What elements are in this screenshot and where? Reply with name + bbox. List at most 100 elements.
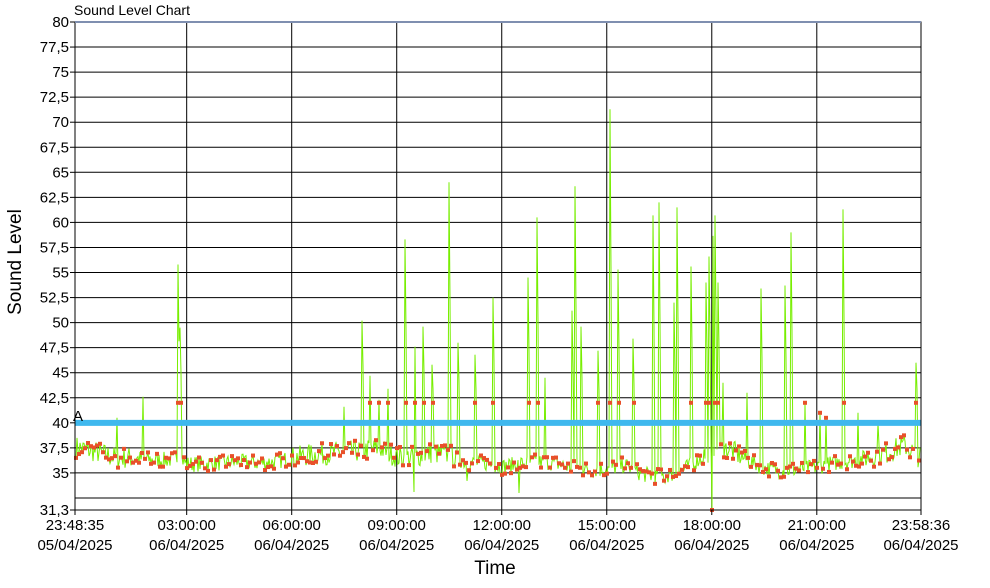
sound-level-marker (380, 445, 384, 450)
sound-level-marker (563, 465, 567, 470)
sound-level-marker (917, 458, 921, 463)
sound-level-marker (596, 400, 600, 405)
y-tick-label: 67,5 (40, 139, 69, 156)
sound-level-marker (614, 462, 618, 467)
sound-level-marker (728, 441, 732, 446)
sound-level-marker (431, 400, 435, 405)
sound-level-marker (290, 453, 294, 458)
sound-level-marker (806, 470, 810, 475)
sound-level-marker (296, 460, 300, 465)
sound-level-marker (632, 400, 636, 405)
sound-level-marker (872, 464, 876, 469)
sound-level-marker (845, 467, 849, 472)
y-tick-label: 35 (52, 465, 69, 482)
sound-level-marker (467, 468, 471, 473)
sound-level-marker (251, 453, 255, 458)
sound-level-marker (212, 467, 216, 472)
sound-level-marker (194, 459, 198, 464)
sound-level-marker (173, 450, 177, 455)
sound-level-marker (833, 454, 837, 459)
sound-level-marker (494, 465, 498, 470)
x-tick-time-label: 09:00:00 (368, 517, 426, 534)
sound-level-marker (137, 460, 141, 465)
sound-level-marker (803, 400, 807, 405)
sound-level-marker (257, 460, 261, 465)
sound-level-marker (329, 442, 333, 447)
sound-level-marker (128, 455, 132, 460)
sound-level-marker (239, 463, 243, 468)
sound-level-marker (347, 441, 351, 446)
x-tick-date-label: 06/04/2025 (464, 537, 539, 554)
sound-level-marker (332, 452, 336, 457)
sound-level-marker (716, 400, 720, 405)
sound-level-marker (776, 468, 780, 473)
sound-level-marker (377, 400, 381, 405)
sound-level-marker (458, 462, 462, 467)
sound-level-marker (371, 448, 375, 453)
y-axis-ticks: 80 77,5 75 72,5 70 67,5 65 62,5 60 57,5 55 52,5 50 47… (40, 14, 75, 519)
sound-level-marker (407, 463, 411, 468)
sound-level-marker (260, 456, 264, 461)
sound-level-marker (119, 455, 123, 460)
sound-level-marker (146, 450, 150, 455)
sound-level-marker (497, 462, 501, 467)
sound-level-marker (815, 465, 819, 470)
sound-level-marker (242, 458, 246, 463)
y-tick-label: 62,5 (40, 189, 69, 206)
sound-level-marker (746, 455, 750, 460)
sound-level-marker (914, 400, 918, 405)
y-tick-label: 45 (52, 365, 69, 382)
x-tick-time-label: 12:00:00 (473, 517, 531, 534)
sound-level-marker (317, 449, 321, 454)
sound-level-marker (881, 447, 885, 452)
sound-level-marker (491, 400, 495, 405)
sound-level-marker (800, 460, 804, 465)
sound-level-marker (821, 466, 825, 471)
sound-level-marker (689, 400, 693, 405)
sound-level-marker (626, 461, 630, 466)
y-tick-label: 77,5 (40, 39, 69, 56)
x-tick-date-label: 06/04/2025 (254, 537, 329, 554)
sound-level-marker (476, 459, 480, 464)
sound-level-marker (569, 469, 573, 474)
sound-level-marker (668, 467, 672, 472)
sound-level-marker (341, 450, 345, 455)
y-tick-label: 80 (52, 14, 69, 31)
sound-level-marker (896, 445, 900, 450)
sound-level-marker (236, 456, 240, 461)
sound-level-marker (605, 471, 609, 476)
sound-level-marker (698, 453, 702, 458)
sound-level-marker (206, 468, 210, 473)
sound-level-marker (83, 446, 87, 451)
sound-level-marker (98, 441, 102, 446)
sound-level-marker (527, 400, 531, 405)
sound-level-marker (659, 467, 663, 472)
sound-level-marker (677, 471, 681, 476)
sound-level-marker (413, 400, 417, 405)
sound-level-marker (758, 463, 762, 468)
sound-level-marker (824, 415, 828, 420)
sound-level-marker (155, 451, 159, 456)
sound-level-marker (326, 453, 330, 458)
sound-level-marker (902, 433, 906, 438)
sound-level-marker (437, 451, 441, 456)
sound-level-marker (818, 410, 822, 415)
sound-level-marker (470, 461, 474, 466)
sound-level-marker (167, 456, 171, 461)
sound-level-marker (548, 465, 552, 470)
sound-level-marker (731, 456, 735, 461)
sound-level-marker (764, 467, 768, 472)
sound-level-marker (179, 400, 183, 405)
sound-level-marker (197, 455, 201, 460)
y-tick-label: 72,5 (40, 89, 69, 106)
sound-level-marker (278, 451, 282, 456)
sound-level-marker (140, 450, 144, 455)
sound-level-marker (743, 448, 747, 453)
sound-level-marker (383, 441, 387, 446)
sound-level-marker (701, 461, 705, 466)
y-tick-label: 37,5 (40, 440, 69, 457)
sound-level-marker (452, 464, 456, 469)
sound-level-marker (365, 456, 369, 461)
sound-level-marker (536, 400, 540, 405)
sound-level-marker (782, 474, 786, 479)
